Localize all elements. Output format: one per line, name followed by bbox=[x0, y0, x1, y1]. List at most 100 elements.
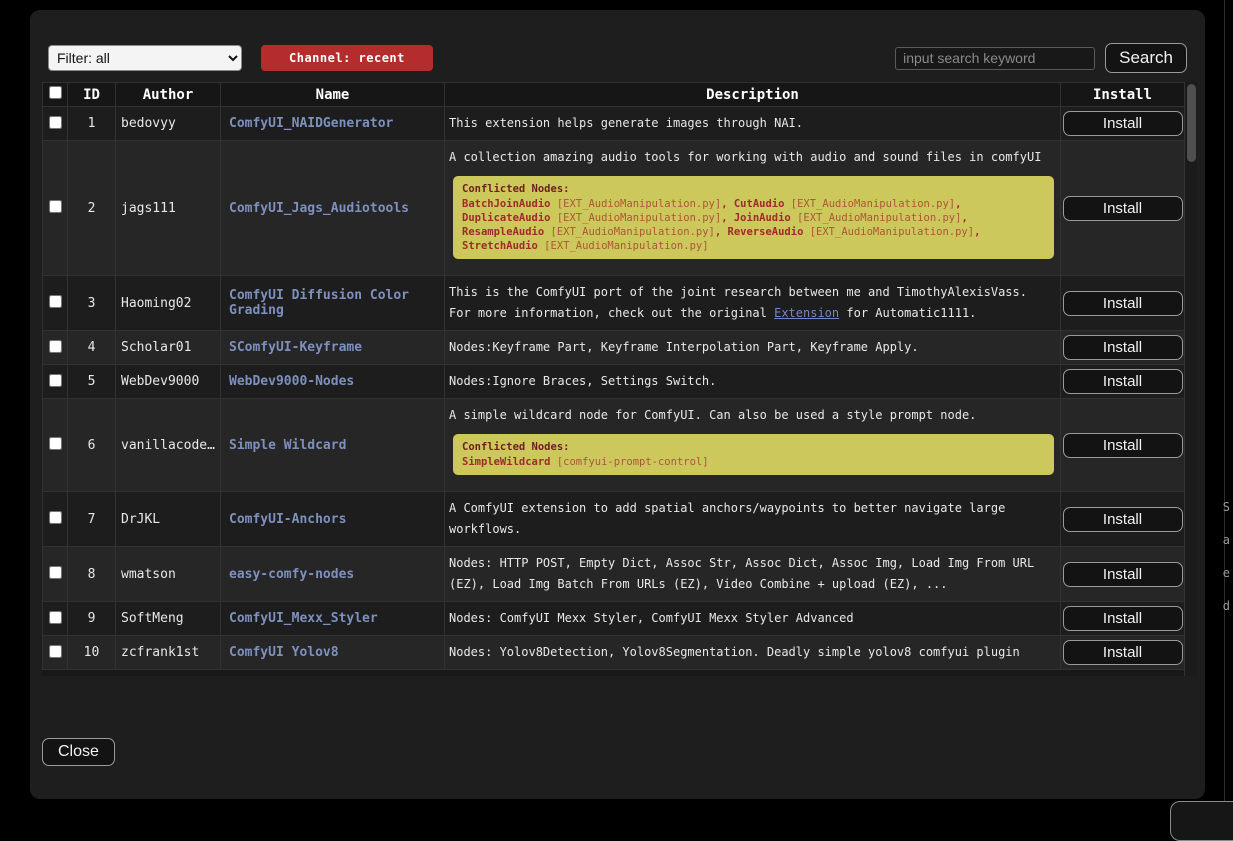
description-text: Nodes: Yolov8Detection, Yolov8Segmentati… bbox=[449, 642, 1056, 663]
header-checkbox-cell bbox=[43, 83, 68, 107]
conflict-node-name: ResampleAudio bbox=[462, 226, 544, 238]
row-id: 10 bbox=[68, 636, 116, 670]
table-row: 4Scholar01 SComfyUI-Keyframe Nodes:Keyfram… bbox=[43, 331, 1185, 365]
conflict-node-name: CutAudio bbox=[734, 198, 785, 210]
node-name-link[interactable]: WebDev9000-Nodes bbox=[229, 374, 354, 389]
row-checkbox[interactable] bbox=[49, 611, 62, 624]
node-name-link[interactable]: ComfyUI Diffusion Color Grading bbox=[229, 288, 409, 318]
row-name-cell: ComfyUI Yolov8 bbox=[221, 636, 445, 670]
row-name-cell: Simple Wildcard bbox=[221, 399, 445, 492]
row-checkbox[interactable] bbox=[49, 374, 62, 387]
row-checkbox-cell bbox=[43, 331, 68, 365]
row-id: 1 bbox=[68, 107, 116, 141]
node-name-link[interactable]: easy-comfy-nodes bbox=[229, 567, 354, 582]
row-description: Nodes: ComfyUI Mexx Styler, ComfyUI Mexx… bbox=[445, 602, 1061, 636]
install-button[interactable]: Install bbox=[1063, 369, 1183, 394]
description-text: Nodes:Keyframe Part, Keyframe Interpolat… bbox=[449, 337, 1056, 358]
install-button[interactable]: Install bbox=[1063, 507, 1183, 532]
row-author: vanillacode… bbox=[116, 399, 221, 492]
conflict-node-source: [EXT_AudioManipulation.py] bbox=[784, 198, 955, 210]
table-header-row: ID Author Name Description Install bbox=[43, 83, 1185, 107]
row-id: 8 bbox=[68, 547, 116, 602]
row-checkbox-cell bbox=[43, 399, 68, 492]
partial-corner-button[interactable] bbox=[1170, 801, 1233, 841]
background-text-fragment: a bbox=[1223, 533, 1230, 547]
install-button[interactable]: Install bbox=[1063, 196, 1183, 221]
search-input[interactable] bbox=[895, 47, 1095, 70]
row-author: DrJKL bbox=[116, 492, 221, 547]
row-author: SoftMeng bbox=[116, 602, 221, 636]
row-checkbox[interactable] bbox=[49, 340, 62, 353]
conflict-separator: , bbox=[955, 198, 961, 210]
row-id: 3 bbox=[68, 276, 116, 331]
conflicted-nodes-box: Conflicted Nodes:SimpleWildcard [comfyui… bbox=[453, 434, 1054, 475]
conflict-separator: , bbox=[961, 212, 967, 224]
conflict-node-name: ReverseAudio bbox=[728, 226, 804, 238]
install-button[interactable]: Install bbox=[1063, 562, 1183, 587]
header-author: Author bbox=[116, 83, 221, 107]
row-author: zcfrank1st bbox=[116, 636, 221, 670]
row-checkbox[interactable] bbox=[49, 295, 62, 308]
conflict-node-source: [EXT_AudioManipulation.py] bbox=[551, 198, 722, 210]
node-name-link[interactable]: SComfyUI-Keyframe bbox=[229, 340, 362, 355]
table-scrollbar[interactable] bbox=[1184, 82, 1197, 676]
select-all-checkbox[interactable] bbox=[49, 86, 62, 99]
table-row: 3Haoming02 ComfyUI Diffusion Color Gradin… bbox=[43, 276, 1185, 331]
row-id: 4 bbox=[68, 331, 116, 365]
table-scrollbar-thumb[interactable] bbox=[1187, 84, 1196, 162]
table-row: 5WebDev9000WebDev9000-NodesNodes:Ignore … bbox=[43, 365, 1185, 399]
node-name-link[interactable]: ComfyUI Yolov8 bbox=[229, 645, 339, 660]
node-name-link[interactable]: ComfyUI-Anchors bbox=[229, 512, 346, 527]
table-row: 10zcfrank1st ComfyUI Yolov8 Nodes: Yolov8D… bbox=[43, 636, 1185, 670]
row-name-cell: ComfyUI-Anchors bbox=[221, 492, 445, 547]
row-install-cell: Install bbox=[1061, 107, 1185, 141]
conflict-separator: , bbox=[721, 198, 734, 210]
install-button[interactable]: Install bbox=[1063, 111, 1183, 136]
row-checkbox[interactable] bbox=[49, 511, 62, 524]
install-custom-nodes-dialog: Filter: all Channel: recent Search ID Au… bbox=[30, 10, 1205, 799]
description-text: A collection amazing audio tools for wor… bbox=[449, 147, 1056, 168]
row-author: Scholar01 bbox=[116, 331, 221, 365]
install-button[interactable]: Install bbox=[1063, 640, 1183, 665]
row-checkbox-cell bbox=[43, 602, 68, 636]
node-name-link[interactable]: ComfyUI_Mexx_Styler bbox=[229, 611, 378, 626]
row-checkbox[interactable] bbox=[49, 200, 62, 213]
description-text: Nodes: HTTP POST, Empty Dict, Assoc Str,… bbox=[449, 553, 1056, 595]
row-install-cell: Install bbox=[1061, 331, 1185, 365]
install-button[interactable]: Install bbox=[1063, 291, 1183, 316]
install-button[interactable]: Install bbox=[1063, 335, 1183, 360]
description-link[interactable]: Extension bbox=[774, 306, 839, 320]
close-button[interactable]: Close bbox=[42, 738, 115, 766]
background-text-fragment: S bbox=[1223, 500, 1230, 514]
row-checkbox-cell bbox=[43, 107, 68, 141]
row-checkbox[interactable] bbox=[49, 116, 62, 129]
conflict-separator: , bbox=[715, 226, 728, 238]
conflict-items: SimpleWildcard [comfyui-prompt-control] bbox=[462, 455, 1045, 469]
row-author: jags111 bbox=[116, 141, 221, 276]
conflict-node-source: [EXT_AudioManipulation.py] bbox=[791, 212, 962, 224]
description-text: Nodes:Ignore Braces, Settings Switch. bbox=[449, 371, 1056, 392]
install-button[interactable]: Install bbox=[1063, 433, 1183, 458]
row-description: A simple wildcard node for ComfyUI. Can … bbox=[445, 399, 1061, 492]
row-author: WebDev9000 bbox=[116, 365, 221, 399]
search-button[interactable]: Search bbox=[1105, 43, 1187, 73]
node-name-link[interactable]: ComfyUI_NAIDGenerator bbox=[229, 116, 393, 131]
install-button[interactable]: Install bbox=[1063, 606, 1183, 631]
filter-select[interactable]: Filter: all bbox=[48, 45, 242, 71]
conflict-node-source: [EXT_AudioManipulation.py] bbox=[803, 226, 974, 238]
row-checkbox[interactable] bbox=[49, 437, 62, 450]
row-author: Haoming02 bbox=[116, 276, 221, 331]
row-checkbox-cell bbox=[43, 365, 68, 399]
row-checkbox-cell bbox=[43, 547, 68, 602]
row-checkbox[interactable] bbox=[49, 566, 62, 579]
node-name-link[interactable]: Simple Wildcard bbox=[229, 438, 346, 453]
table-row: 9SoftMengComfyUI_Mexx_StylerNodes: Comfy… bbox=[43, 602, 1185, 636]
row-description: A ComfyUI extension to add spatial ancho… bbox=[445, 492, 1061, 547]
conflict-node-source: [comfyui-prompt-control] bbox=[551, 456, 709, 468]
node-name-link[interactable]: ComfyUI_Jags_Audiotools bbox=[229, 201, 409, 216]
row-author: wmatson bbox=[116, 547, 221, 602]
conflict-node-source: [EXT_AudioManipulation.py] bbox=[551, 212, 722, 224]
row-checkbox[interactable] bbox=[49, 645, 62, 658]
row-name-cell: ComfyUI_Mexx_Styler bbox=[221, 602, 445, 636]
conflict-node-name: BatchJoinAudio bbox=[462, 198, 551, 210]
